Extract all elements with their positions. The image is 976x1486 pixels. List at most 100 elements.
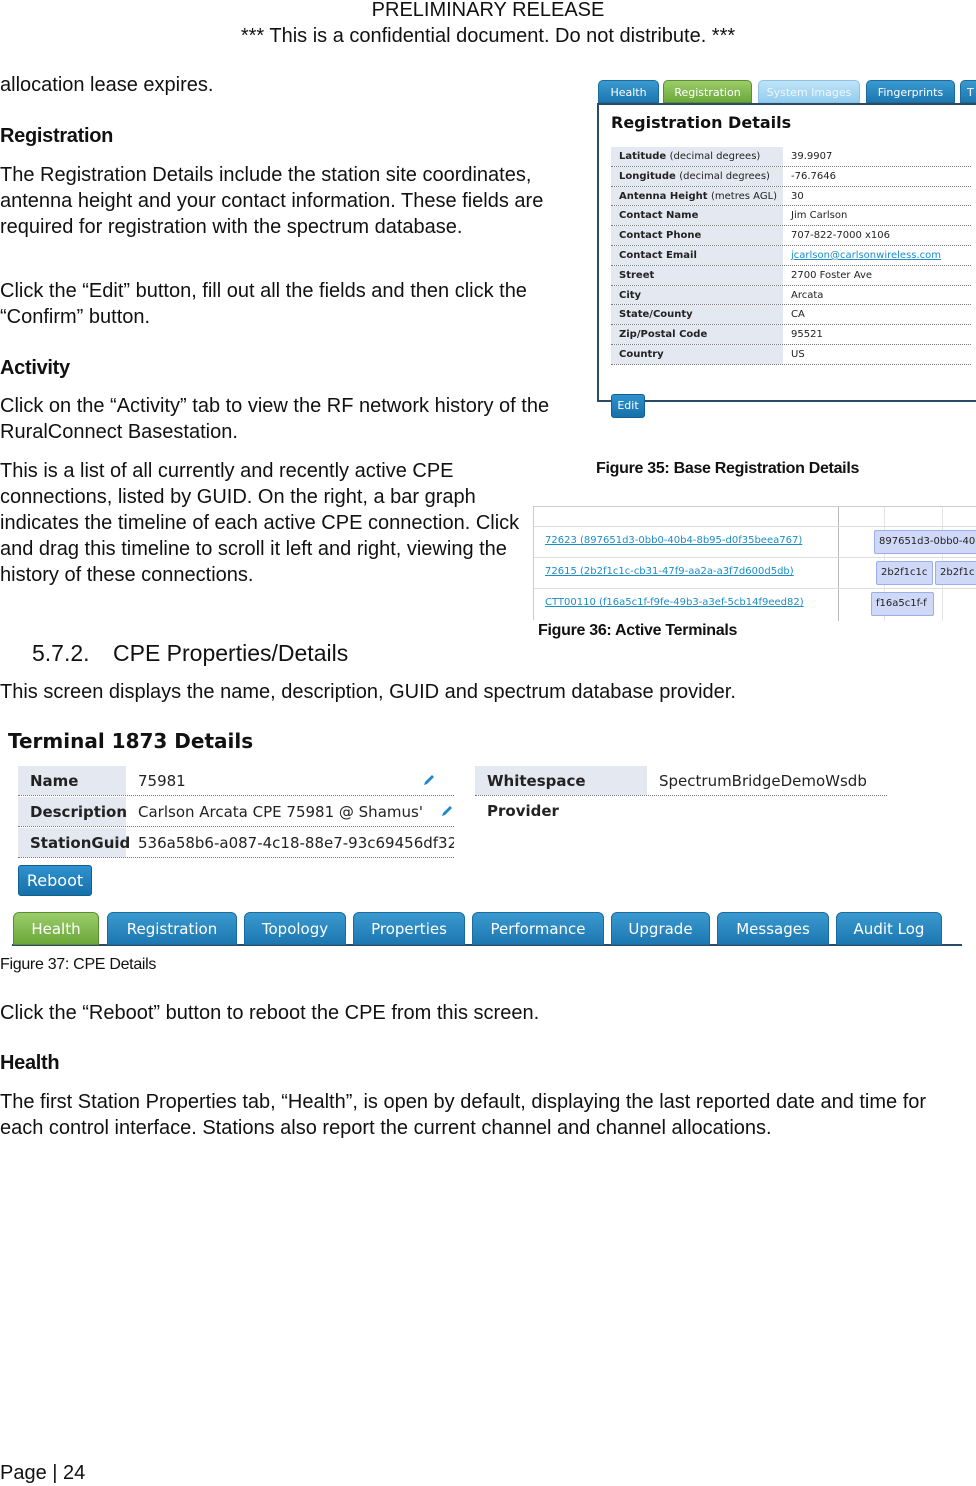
registration-row: State/County CA (611, 305, 971, 326)
registration-value: US (791, 348, 805, 360)
registration-key: Longitude (decimal degrees) (611, 166, 783, 186)
registration-details-title: Registration Details (611, 113, 792, 132)
registration-key-label: Latitude (619, 151, 667, 162)
tab-messages[interactable]: Messages (717, 912, 829, 945)
registration-key-label: Street (619, 269, 655, 281)
registration-row: Contact Name Jim Carlson (611, 206, 971, 227)
detail-key: Name (18, 766, 126, 795)
reboot-button[interactable]: Reboot (18, 865, 92, 896)
paragraph-reboot: Click the “Reboot” button to reboot the … (0, 1002, 540, 1024)
registration-key-unit: (decimal degrees) (669, 151, 761, 162)
tab-upgrade[interactable]: Upgrade (611, 912, 710, 945)
contact-email-link[interactable]: jcarlson@carlsonwireless.com (783, 246, 941, 265)
whitespace-provider-row: Whitespace Provider SpectrumBridgeDemoWs… (475, 766, 887, 820)
heading-activity: Activity (0, 357, 70, 379)
registration-key-label: Zip/Postal Code (619, 329, 708, 341)
registration-key: City (611, 285, 783, 305)
detail-value-cell: Carlson Arcata CPE 75981 @ Shamus' (126, 797, 454, 826)
tab-performance[interactable]: Performance (472, 912, 604, 945)
header-preliminary: PRELIMINARY RELEASE (371, 0, 605, 21)
timeline-bar[interactable]: f16a5c1f-f (871, 592, 934, 616)
detail-row-description: Description Carlson Arcata CPE 75981 @ S… (18, 797, 454, 827)
registration-key-unit: (decimal degrees) (679, 170, 770, 182)
registration-key: Antenna Height (metres AGL) (611, 186, 783, 206)
registration-value: CA (791, 309, 805, 321)
timeline-bar[interactable]: 2b2f1c (935, 561, 976, 585)
terminal-row: CTT00110 (f16a5c1f-f9fe-49b3-a3ef-5cb14f… (534, 588, 976, 619)
paragraph-health: The first Station Properties tab, “Healt… (0, 1091, 927, 1139)
paragraph-activity-1: Click on the “Activity” tab to view the … (0, 395, 550, 443)
registration-row: Contact Phone 707-822-7000 x106 (611, 226, 971, 246)
provider-value: SpectrumBridgeDemoWsdb (659, 772, 867, 790)
detail-key: StationGuid (18, 828, 130, 857)
heading-registration: Registration (0, 125, 114, 147)
tab-system-images[interactable]: System Images (758, 80, 860, 103)
registration-key-label: Contact Email (619, 249, 697, 261)
timeline-bar[interactable]: 897651d3-0bb0-40 (874, 530, 976, 554)
paragraph-section: This screen displays the name, descripti… (0, 681, 736, 703)
edit-pencil-icon[interactable] (440, 804, 454, 818)
registration-value: -76.7646 (791, 170, 836, 182)
registration-key: Contact Name (611, 206, 783, 226)
registration-value: Arcata (791, 289, 824, 301)
section-title: CPE Properties/Details (113, 640, 349, 666)
registration-key: Contact Phone (611, 226, 783, 245)
tab-fingerprints[interactable]: Fingerprints (866, 80, 955, 103)
terminal-details-title: Terminal 1873 Details (8, 729, 254, 753)
edit-button[interactable]: Edit (611, 394, 645, 418)
registration-key-label: Antenna Height (619, 190, 708, 202)
registration-key: Zip/Postal Code (611, 325, 783, 344)
registration-key: State/County (611, 305, 783, 325)
tab-health[interactable]: Health (13, 912, 99, 945)
registration-key: Latitude (decimal degrees) (611, 147, 783, 166)
terminal-link[interactable]: CTT00110 (f16a5c1f-f9fe-49b3-a3ef-5cb14f… (545, 597, 804, 608)
paragraph-activity-2: This is a list of all currently and rece… (0, 460, 520, 586)
heading-health: Health (0, 1052, 60, 1074)
detail-row-stationguid: StationGuid 536a58b6-a087-4c18-88e7-93c6… (18, 828, 454, 858)
detail-value: 536a58b6-a087-4c18-88e7-93c69456df32 (138, 834, 454, 852)
provider-key: Whitespace Provider (475, 766, 647, 820)
tab-properties[interactable]: Properties (353, 912, 465, 945)
header-confidential: *** This is a confidential document. Do … (240, 25, 736, 47)
terminal-row: 72623 (897651d3-0bb0-40b4-8b95-d0f35beea… (534, 526, 976, 557)
edit-pencil-icon[interactable] (422, 773, 436, 787)
registration-row: Latitude (decimal degrees) 39.9907 (611, 147, 971, 167)
figure-active-terminals: 72623 (897651d3-0bb0-40b4-8b95-d0f35beea… (533, 506, 976, 621)
tab-registration[interactable]: Registration (107, 912, 237, 945)
page-number: Page | 24 (0, 1462, 86, 1484)
registration-key: Country (611, 344, 783, 364)
tab-truncated[interactable]: T (960, 80, 976, 103)
registration-row: City Arcata (611, 285, 971, 306)
registration-row: Contact Email jcarlson@carlsonwireless.co… (611, 245, 971, 266)
registration-row: Antenna Height (metres AGL) 30 (611, 186, 971, 207)
registration-key-label: Contact Phone (619, 230, 702, 242)
registration-key: Street (611, 265, 783, 285)
figure-35-caption: Figure 35: Base Registration Details (596, 460, 860, 477)
registration-key-unit: (metres AGL) (711, 190, 778, 202)
tab-bar: Health Registration System Images Finger… (597, 78, 976, 103)
registration-row: Zip/Postal Code 95521 (611, 325, 971, 345)
registration-value: 95521 (791, 329, 823, 341)
registration-key-label: City (619, 289, 642, 301)
station-tab-bar: Health Registration Topology Properties … (12, 912, 962, 946)
registration-row: Street 2700 Foster Ave (611, 265, 971, 286)
registration-key-label: State/County (619, 309, 693, 321)
section-number: 5.7.2. (32, 640, 90, 666)
registration-value: Jim Carlson (791, 210, 848, 222)
tab-health[interactable]: Health (598, 80, 659, 103)
terminal-row: 72615 (2b2f1c1c-cb31-47f9-aa2a-a3f7d600d… (534, 557, 976, 588)
tab-registration[interactable]: Registration (663, 80, 752, 103)
registration-row: Country US (611, 344, 971, 365)
paragraph-edit: Click the “Edit” button, fill out all th… (0, 280, 527, 328)
terminal-link[interactable]: 72615 (2b2f1c1c-cb31-47f9-aa2a-a3f7d600d… (545, 566, 794, 577)
registration-value: 30 (791, 190, 804, 202)
tab-topology[interactable]: Topology (244, 912, 346, 945)
terminal-link[interactable]: 72623 (897651d3-0bb0-40b4-8b95-d0f35beea… (545, 535, 802, 546)
registration-key-label: Contact Name (619, 210, 699, 222)
detail-row-name: Name 75981 (18, 766, 454, 796)
detail-value: 75981 (138, 772, 186, 790)
tab-audit-log[interactable]: Audit Log (836, 912, 942, 945)
timeline-bar[interactable]: 2b2f1c1c (876, 561, 933, 585)
registration-value: 2700 Foster Ave (791, 269, 873, 281)
registration-panel: Registration Details Latitude (decimal d… (597, 103, 976, 418)
